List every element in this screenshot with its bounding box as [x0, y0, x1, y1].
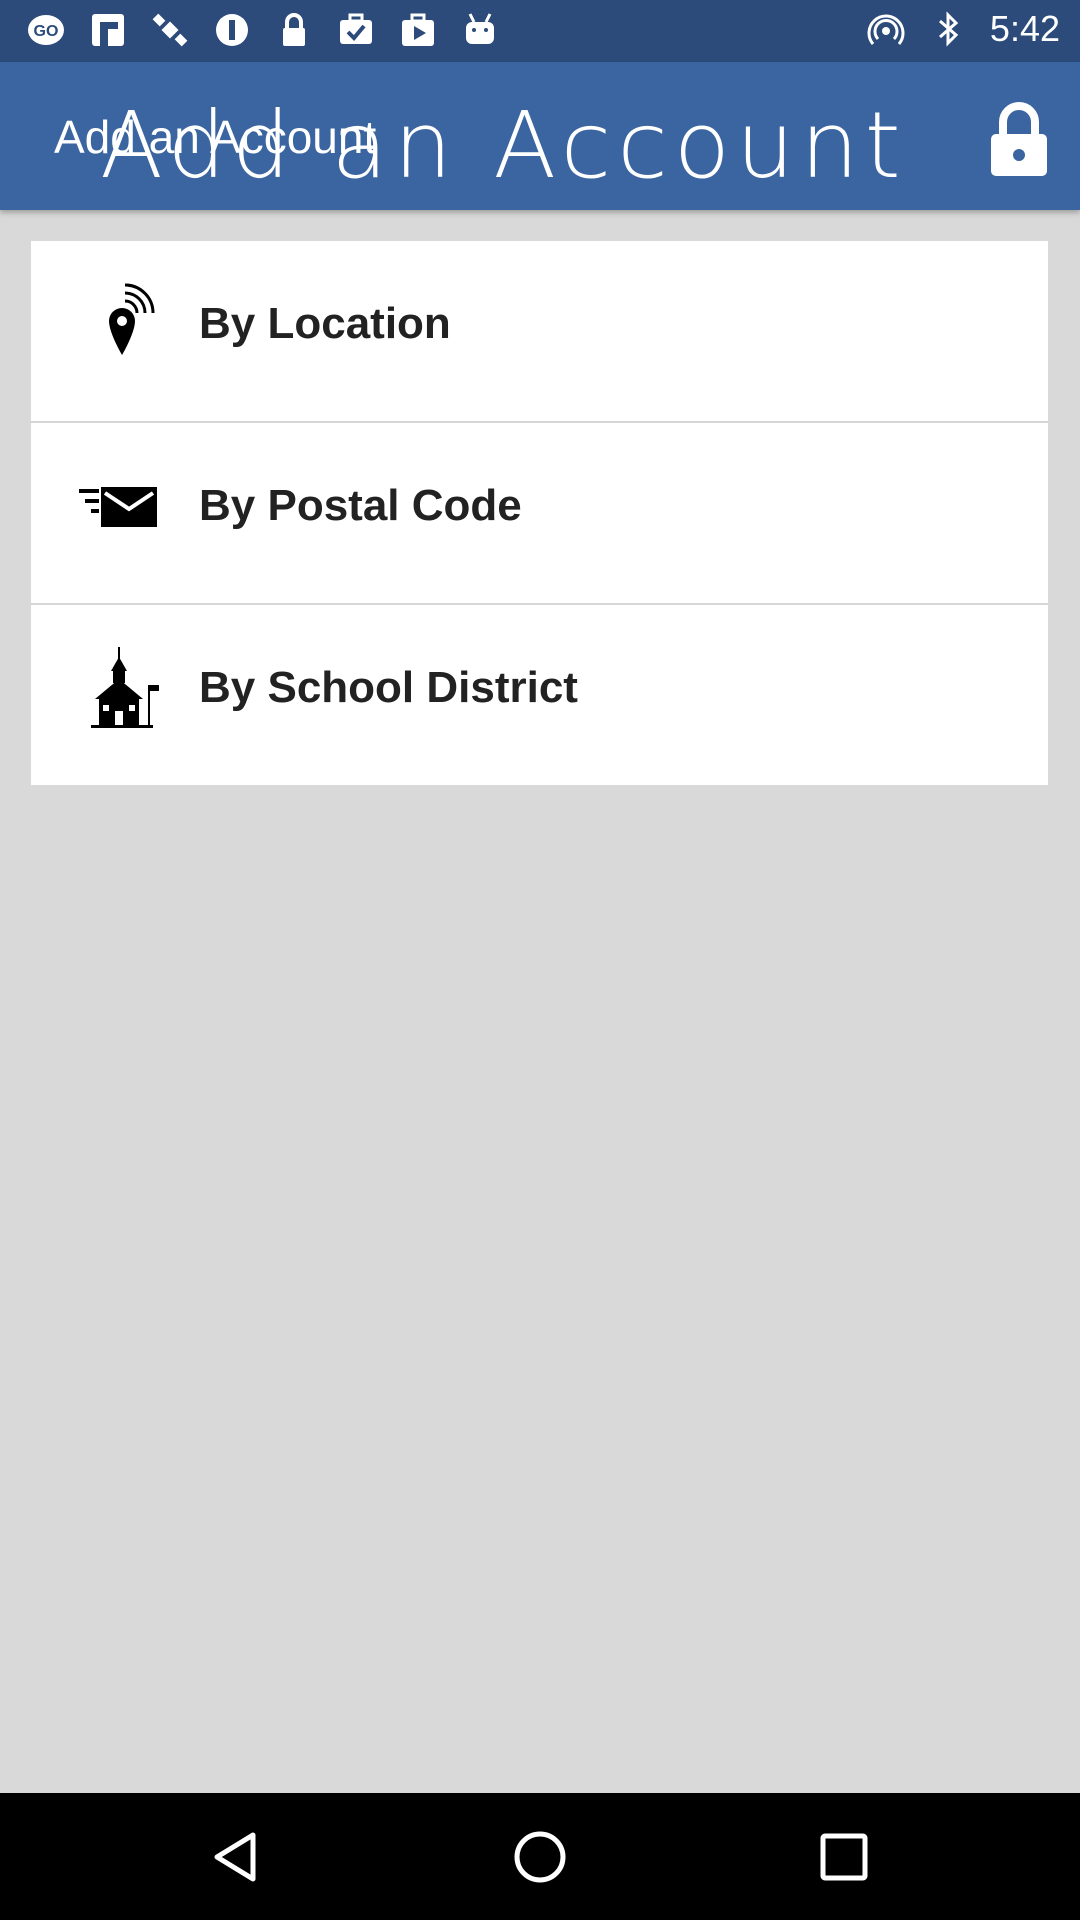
- back-icon: [214, 1832, 256, 1882]
- back-button[interactable]: [207, 1827, 267, 1887]
- home-button[interactable]: [510, 1827, 570, 1887]
- option-by-postal-code[interactable]: By Postal Code: [31, 423, 1048, 605]
- android-icon: [460, 10, 500, 50]
- option-list: By Location By Postal Code By School Dis…: [31, 241, 1048, 785]
- notification-icons: GO: [26, 10, 500, 50]
- mail-icon: [79, 463, 165, 549]
- location-pin-icon: [79, 281, 165, 367]
- bluetooth-icon: [928, 9, 968, 49]
- info-icon: [212, 10, 252, 50]
- home-icon: [514, 1831, 566, 1883]
- recents-button[interactable]: [814, 1827, 874, 1887]
- navigation-bar: [0, 1793, 1080, 1920]
- briefcase-check-icon: [336, 10, 376, 50]
- lock-icon: [991, 102, 1047, 176]
- hotspot-icon: [866, 9, 906, 49]
- app-bar: Add an Account Add an Account: [0, 62, 1080, 210]
- page-title-overlay: Add an Account: [100, 92, 907, 199]
- option-by-school-district[interactable]: By School District: [31, 605, 1048, 785]
- option-label: By Postal Code: [199, 481, 522, 530]
- status-time: 5:42: [989, 8, 1060, 49]
- fake-gps-icon: [88, 10, 128, 50]
- status-bar: GO 5:42: [0, 0, 1080, 62]
- schoolhouse-icon: [79, 645, 165, 731]
- option-label: By Location: [199, 299, 451, 348]
- lock-button[interactable]: [988, 100, 1050, 178]
- system-icons: 5:42: [866, 8, 1060, 50]
- lock-icon: [274, 10, 314, 50]
- svg-text:GO: GO: [34, 23, 59, 40]
- satellite-icon: [150, 10, 190, 50]
- recents-icon: [820, 1833, 868, 1881]
- option-label: By School District: [199, 663, 578, 712]
- option-by-location[interactable]: By Location: [31, 241, 1048, 423]
- go-icon: GO: [26, 10, 66, 50]
- play-store-icon: [398, 10, 438, 50]
